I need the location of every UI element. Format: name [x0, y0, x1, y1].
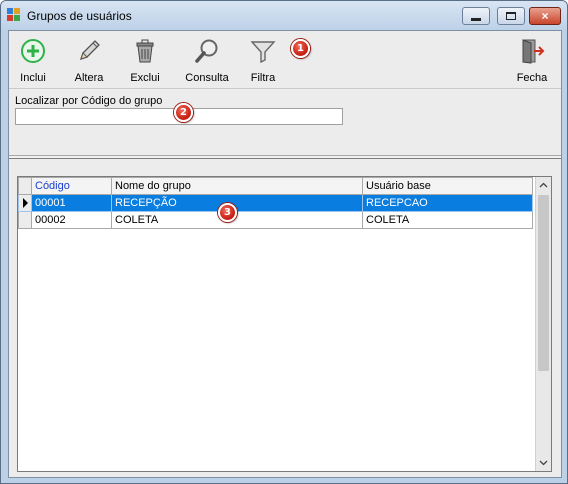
fecha-label: Fecha [516, 72, 548, 84]
toolbar: Inclui Altera Exclui Consulta Filtra 1 F… [9, 31, 561, 89]
cell-codigo[interactable]: 00001 [31, 194, 112, 212]
plus-circle-icon [18, 36, 48, 66]
maximize-button[interactable] [497, 7, 525, 25]
chevron-down-icon [539, 460, 548, 466]
fecha-button[interactable]: Fecha [514, 33, 550, 87]
exclui-button[interactable]: Exclui [127, 33, 163, 87]
scroll-down-button[interactable] [536, 455, 551, 471]
window: Grupos de usuários × Inclui Altera Exclu… [0, 0, 568, 484]
pencil-icon [74, 36, 104, 66]
cell-usuario-base[interactable]: RECEPCAO [362, 194, 533, 212]
filtra-button[interactable]: Filtra [245, 33, 281, 87]
search-panel: Localizar por Código do grupo 2 [9, 90, 561, 156]
trash-icon [130, 36, 160, 66]
cell-nome[interactable]: RECEPÇÃO [111, 194, 363, 212]
altera-button[interactable]: Altera [71, 33, 107, 87]
grid-panel: Código Nome do grupo Usuário base 00001 … [9, 158, 561, 477]
title-bar[interactable]: Grupos de usuários × [1, 1, 567, 29]
scroll-up-button[interactable] [536, 177, 551, 193]
magnifier-icon [192, 36, 222, 66]
cell-nome[interactable]: COLETA [111, 211, 363, 229]
exit-door-icon [517, 36, 547, 66]
scroll-thumb[interactable] [538, 195, 549, 371]
minimize-button[interactable] [462, 7, 490, 25]
maximize-icon [506, 12, 516, 20]
window-title: Grupos de usuários [27, 9, 132, 23]
header-indicator-cell [18, 177, 32, 195]
row-indicator-cell [18, 211, 32, 229]
chevron-up-icon [539, 182, 548, 188]
close-button[interactable]: × [529, 7, 561, 25]
client-area: Inclui Altera Exclui Consulta Filtra 1 F… [8, 30, 562, 478]
close-icon: × [541, 9, 549, 23]
grid-header-row: Código Nome do grupo Usuário base [18, 177, 533, 195]
altera-label: Altera [74, 72, 104, 84]
table-row[interactable]: 00002 COLETA COLETA [18, 211, 533, 229]
inclui-label: Inclui [20, 72, 46, 84]
search-label: Localizar por Código do grupo [15, 95, 163, 107]
cell-usuario-base[interactable]: COLETA [362, 211, 533, 229]
table-row[interactable]: 00001 RECEPÇÃO RECEPCAO [18, 194, 533, 212]
groups-grid[interactable]: Código Nome do grupo Usuário base 00001 … [17, 176, 552, 472]
app-icon [7, 8, 21, 22]
column-header-nome[interactable]: Nome do grupo [111, 177, 363, 195]
cell-codigo[interactable]: 00002 [31, 211, 112, 229]
row-pointer-icon [18, 194, 32, 212]
exclui-label: Exclui [130, 72, 160, 84]
vertical-scrollbar[interactable] [535, 177, 551, 471]
funnel-icon [248, 36, 278, 66]
filtra-label: Filtra [250, 72, 276, 84]
consulta-button[interactable]: Consulta [185, 33, 229, 87]
inclui-button[interactable]: Inclui [15, 33, 51, 87]
callout-badge-3: 3 [218, 203, 237, 222]
callout-badge-2: 2 [174, 103, 193, 122]
minimize-icon [471, 17, 481, 21]
column-header-codigo[interactable]: Código [31, 177, 112, 195]
consulta-label: Consulta [185, 72, 229, 84]
callout-badge-1: 1 [291, 39, 310, 58]
column-header-usuario-base[interactable]: Usuário base [362, 177, 533, 195]
